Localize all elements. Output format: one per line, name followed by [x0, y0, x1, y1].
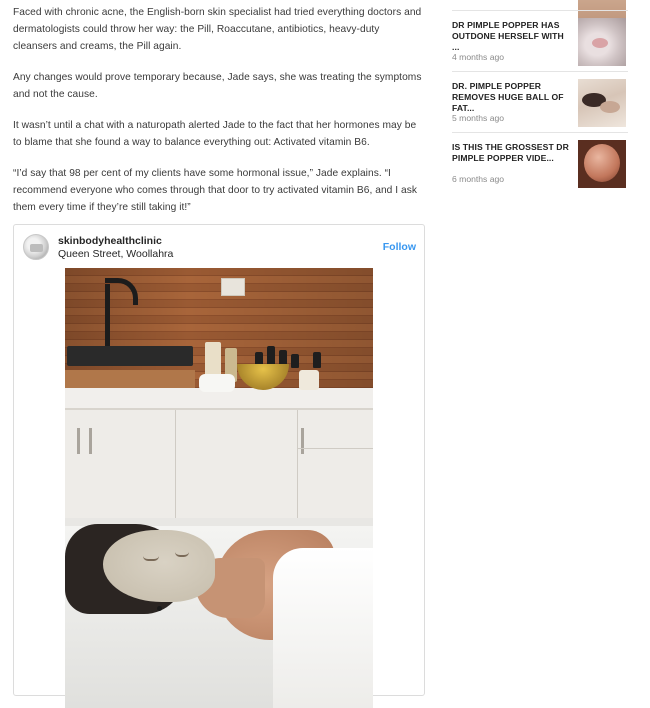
article-paragraph: Any changes would prove temporary becaus…	[13, 72, 422, 100]
sidebar-thumbnail-top[interactable]	[578, 0, 626, 18]
sidebar-item-thumbnail[interactable]	[578, 140, 626, 188]
sidebar-item-title[interactable]: IS THIS THE GROSSEST DR PIMPLE POPPER VI…	[452, 142, 570, 164]
follow-button[interactable]: Follow	[383, 241, 416, 253]
embed-location[interactable]: Queen Street, Woollahra	[58, 248, 173, 260]
article-paragraph: It wasn’t until a chat with a naturopath…	[13, 120, 417, 148]
sidebar-item-time: 6 months ago	[452, 174, 505, 184]
sidebar-item-thumbnail[interactable]	[578, 18, 626, 66]
embed-username[interactable]: skinbodyhealthclinic	[58, 235, 162, 247]
article-body: Faced with chronic acne, the English-bor…	[13, 0, 423, 230]
article-paragraph: “I’d say that 98 per cent of my clients …	[13, 168, 418, 213]
sidebar-item-time: 5 months ago	[452, 113, 505, 123]
sidebar-item-time: 4 months ago	[452, 52, 505, 62]
embed-photo[interactable]	[65, 268, 373, 708]
instagram-embed: skinbodyhealthclinic Queen Street, Wooll…	[13, 224, 425, 708]
article-paragraph: Faced with chronic acne, the English-bor…	[13, 7, 422, 52]
sidebar-item-title[interactable]: DR. PIMPLE POPPER REMOVES HUGE BALL OF F…	[452, 81, 570, 114]
sidebar-item-title[interactable]: DR PIMPLE POPPER HAS OUTDONE HERSELF WIT…	[452, 20, 570, 53]
avatar[interactable]	[23, 234, 49, 260]
sidebar-item-thumbnail[interactable]	[578, 79, 626, 127]
embed-header: skinbodyhealthclinic Queen Street, Wooll…	[14, 225, 424, 267]
